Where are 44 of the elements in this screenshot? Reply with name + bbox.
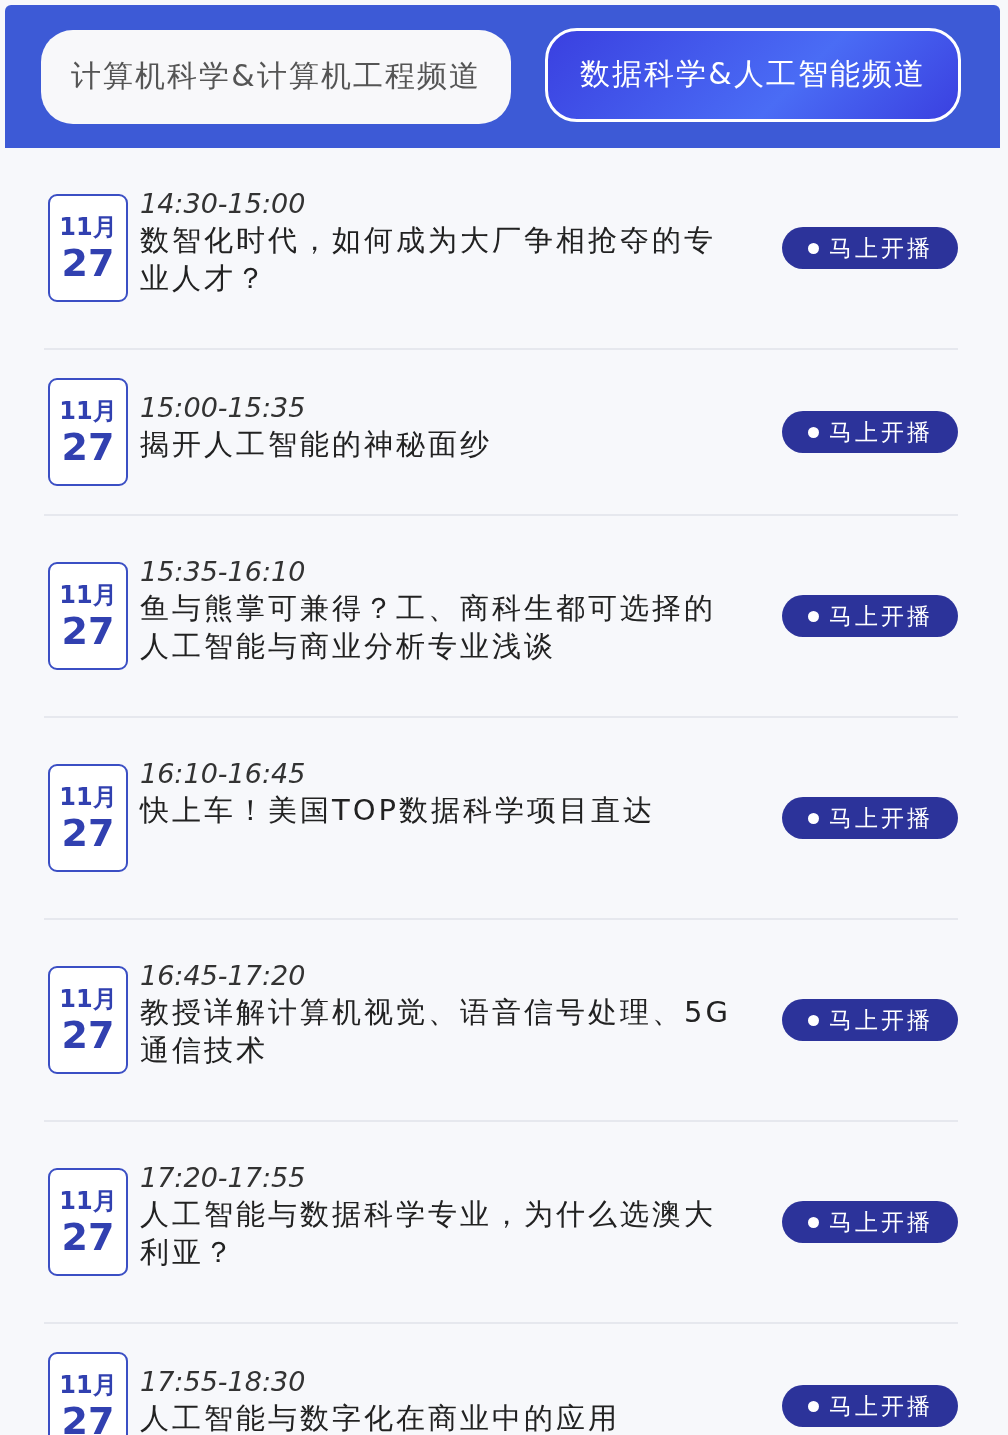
dot-icon <box>807 1014 819 1026</box>
start-button[interactable]: 马上开播 <box>782 595 958 637</box>
session-time: 16:10-16:45 <box>140 758 307 789</box>
date-month: 11月 <box>59 1370 117 1402</box>
session-time: 16:45-17:20 <box>140 960 307 991</box>
start-button[interactable]: 马上开播 <box>782 1201 958 1243</box>
dot-icon <box>807 1400 819 1412</box>
date-month: 11月 <box>59 396 117 428</box>
session-title: 鱼与熊掌可兼得？工、商科生都可选择的人工智能与商业分析专业浅谈 <box>140 590 717 665</box>
start-button[interactable]: 马上开播 <box>782 797 958 839</box>
session-title: 人工智能与数字化在商业中的应用 <box>140 1400 621 1435</box>
dot-icon <box>807 812 819 824</box>
start-button[interactable]: 马上开播 <box>782 227 958 269</box>
session-title: 揭开人工智能的神秘面纱 <box>140 426 493 463</box>
date-month: 11月 <box>59 984 117 1016</box>
start-button[interactable]: 马上开播 <box>782 1385 958 1427</box>
session-title: 快上车！美国TOP数据科学项目直达 <box>140 792 657 829</box>
dot-icon <box>807 1216 819 1228</box>
session-title: 人工智能与数据科学专业，为什么选澳大利亚？ <box>140 1196 717 1271</box>
date-day: 27 <box>61 243 115 285</box>
dot-icon <box>807 426 819 438</box>
date-day: 27 <box>61 1217 115 1259</box>
date-day: 27 <box>61 427 115 469</box>
session-time: 14:30-15:00 <box>140 188 307 219</box>
dot-icon <box>807 242 819 254</box>
date-month: 11月 <box>59 580 117 612</box>
start-button[interactable]: 马上开播 <box>782 411 958 453</box>
channel-tab[interactable]: 计算机科学&计算机工程频道 <box>41 29 511 124</box>
session-title: 数智化时代，如何成为大厂争相抢夺的专业人才？ <box>140 222 717 297</box>
date-month: 11月 <box>59 212 117 244</box>
session-title: 教授详解计算机视觉、语音信号处理、5G通信技术 <box>140 994 732 1069</box>
session-time: 15:00-15:35 <box>140 392 307 423</box>
session-time: 17:20-17:55 <box>140 1162 307 1193</box>
session-time: 15:35-16:10 <box>140 556 307 587</box>
date-month: 11月 <box>59 782 117 814</box>
session-time: 17:55-18:30 <box>140 1366 307 1397</box>
date-month: 11月 <box>59 1186 117 1218</box>
date-day: 27 <box>61 813 115 855</box>
start-button[interactable]: 马上开播 <box>782 999 958 1041</box>
date-day: 27 <box>61 1401 115 1435</box>
dot-icon <box>807 610 819 622</box>
channel-tab[interactable]: 数据科学&人工智能频道 <box>545 27 961 122</box>
date-day: 27 <box>61 611 115 653</box>
date-day: 27 <box>61 1015 115 1057</box>
